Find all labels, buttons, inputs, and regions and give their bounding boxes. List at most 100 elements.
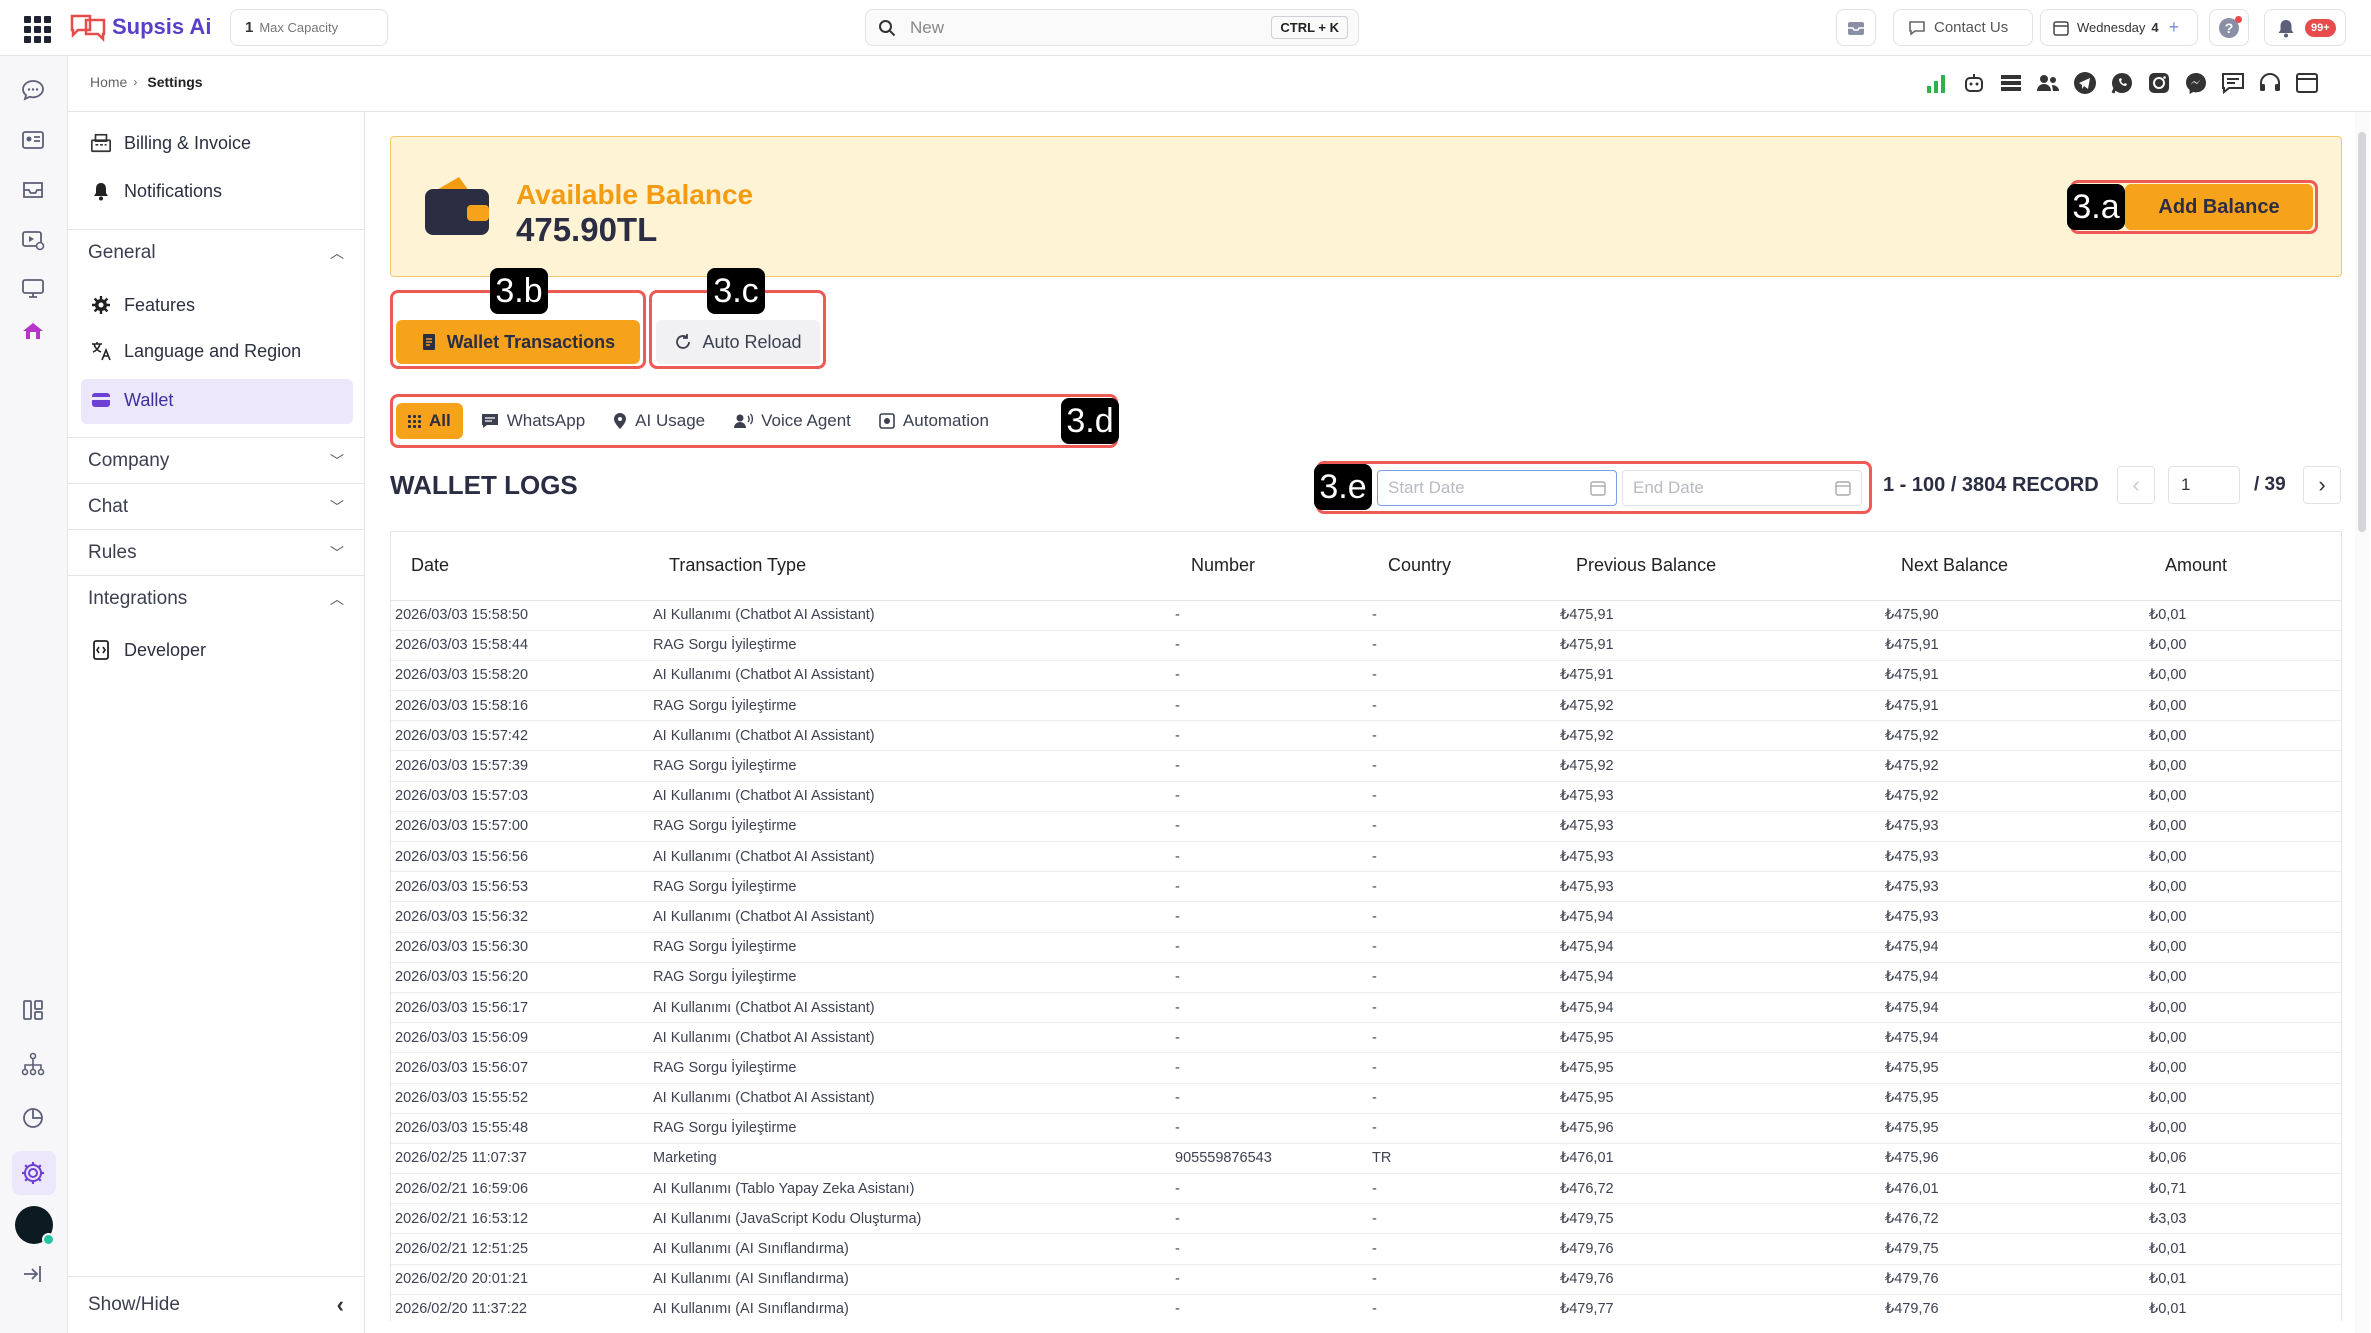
table-cell: RAG Sorgu İyileştirme <box>649 962 1171 993</box>
annotation-label-e: 3.e <box>1314 464 1372 510</box>
table-cell: - <box>1368 871 1556 903</box>
table-row: 2026/02/20 20:01:21 AI Kullanımı (AI Sını… <box>391 1264 2341 1295</box>
media-settings-icon[interactable] <box>18 225 48 255</box>
chat-bubble-icon <box>1909 20 1925 36</box>
sidebar-item-wallet[interactable]: Wallet <box>90 389 173 411</box>
list-view-icon[interactable] <box>1998 70 2024 96</box>
contact-us-button[interactable]: Contact Us <box>1893 9 2033 46</box>
conversations-icon[interactable] <box>18 75 48 105</box>
table-cell: AI Kullanımı (AI Sınıflandırma) <box>649 1264 1171 1295</box>
sidebar-item-language[interactable]: Language and Region <box>90 340 301 362</box>
filter-automation[interactable]: Automation <box>865 403 1003 439</box>
inbox-tray-icon[interactable] <box>18 175 48 205</box>
inbox-button[interactable] <box>1836 9 1876 46</box>
layout-panels-icon[interactable] <box>18 995 48 1025</box>
tab-auto-reload[interactable]: Auto Reload <box>656 320 820 364</box>
table-row: 2026/02/20 11:37:22 AI Kullanımı (AI Sını… <box>391 1294 2341 1321</box>
section-label: General <box>88 241 156 263</box>
search-input[interactable]: New <box>910 18 1271 38</box>
users-group-icon[interactable] <box>2035 70 2061 96</box>
sidebar-section-rules[interactable]: Rules ﹀ <box>68 529 364 575</box>
reports-pie-icon[interactable] <box>18 1103 48 1133</box>
sidebar-item-features[interactable]: Features <box>90 294 195 316</box>
table-cell: - <box>1171 690 1368 722</box>
table-cell: 2026/03/03 15:58:50 <box>391 600 649 631</box>
contacts-card-icon[interactable] <box>18 125 48 155</box>
calendar-selector[interactable]: Wednesday 4 + <box>2040 9 2198 46</box>
show-hide-toggle[interactable]: Show/Hide ‹ <box>68 1276 364 1333</box>
balance-title: Available Balance <box>516 179 754 210</box>
messenger-icon[interactable] <box>2183 70 2209 96</box>
filter-ai-usage[interactable]: AI Usage <box>599 403 719 439</box>
logout-icon[interactable] <box>18 1259 48 1289</box>
table-body: 2026/03/03 15:58:50 AI Kullanımı (Chatbot… <box>391 600 2341 1321</box>
breadcrumb-home[interactable]: Home <box>90 74 127 90</box>
table-cell: ₺476,72 <box>1556 1173 1881 1205</box>
notifications-button[interactable]: 99+ <box>2264 9 2346 46</box>
notification-badge: 99+ <box>2305 18 2336 37</box>
table-cell: - <box>1171 992 1368 1024</box>
signal-bars-icon[interactable] <box>1924 70 1950 96</box>
telegram-icon[interactable] <box>2072 70 2098 96</box>
table-cell: ₺0,00 <box>2145 1022 2341 1054</box>
table-cell: ₺0,00 <box>2145 750 2341 782</box>
table-cell: - <box>1368 690 1556 722</box>
table-cell: ₺0,06 <box>2145 1143 2341 1175</box>
apps-grid-icon[interactable] <box>24 16 51 43</box>
filter-whatsapp[interactable]: WhatsApp <box>467 403 599 439</box>
instagram-icon[interactable] <box>2146 70 2172 96</box>
user-avatar[interactable] <box>15 1206 55 1246</box>
home-store-icon[interactable] <box>18 316 48 346</box>
wallet-logs-title: WALLET LOGS <box>390 470 578 500</box>
whatsapp-icon[interactable] <box>2109 70 2135 96</box>
table-cell: 2026/03/03 15:56:32 <box>391 901 649 933</box>
sidebar-item-notifications[interactable]: Notifications <box>90 180 222 202</box>
prev-page-button[interactable]: ‹ <box>2117 466 2155 504</box>
sidebar-section-company[interactable]: Company ﹀ <box>68 437 364 483</box>
add-balance-button[interactable]: Add Balance <box>2125 184 2313 230</box>
filter-voice-agent[interactable]: Voice Agent <box>719 403 865 439</box>
end-date-input[interactable]: End Date <box>1622 470 1862 506</box>
plus-icon[interactable]: + <box>2169 17 2180 38</box>
page-scrollbar-thumb[interactable] <box>2358 132 2366 532</box>
tab-wallet-transactions[interactable]: Wallet Transactions <box>396 320 640 364</box>
section-label: Company <box>88 449 170 471</box>
table-cell: 2026/03/03 15:56:09 <box>391 1022 649 1054</box>
start-date-input[interactable]: Start Date <box>1377 470 1617 506</box>
table-cell: - <box>1368 1233 1556 1265</box>
browser-window-icon[interactable] <box>2294 70 2320 96</box>
next-page-button[interactable]: › <box>2303 466 2341 504</box>
sidebar-section-general[interactable]: General ︿ <box>68 229 364 275</box>
sidebar-item-billing[interactable]: Billing & Invoice <box>90 132 251 154</box>
monitor-icon[interactable] <box>18 273 48 303</box>
refresh-icon <box>676 334 691 349</box>
capacity-selector[interactable]: 1 Max Capacity <box>230 9 388 46</box>
translate-icon <box>90 340 112 362</box>
bot-icon[interactable] <box>1961 70 1987 96</box>
settings-gear-icon[interactable] <box>18 1158 48 1188</box>
table-cell: - <box>1171 1083 1368 1114</box>
sidebar-section-integrations[interactable]: Integrations ︿ <box>68 575 364 621</box>
table-cell: - <box>1368 781 1556 812</box>
column-header: Transaction Type <box>649 532 1171 601</box>
brand-logo[interactable]: Supsis Ai <box>68 12 211 42</box>
page-scrollbar-track[interactable] <box>2355 112 2369 1333</box>
table-cell: AI Kullanımı (Chatbot AI Assistant) <box>649 901 1171 933</box>
org-tree-icon[interactable] <box>18 1049 48 1079</box>
table-cell: 2026/03/03 15:56:56 <box>391 841 649 873</box>
help-button[interactable]: ? <box>2209 9 2249 46</box>
filter-all[interactable]: All <box>396 403 463 439</box>
supsis-logo-icon <box>70 14 106 42</box>
sidebar-section-chat[interactable]: Chat ﹀ <box>68 483 364 529</box>
sidebar-item-developer[interactable]: Developer <box>90 639 206 661</box>
headset-icon[interactable] <box>2257 70 2283 96</box>
table-cell: ₺475,94 <box>1556 962 1881 993</box>
page-input[interactable]: 1 <box>2168 466 2240 504</box>
column-header: Next Balance <box>1881 532 2145 601</box>
table-cell: AI Kullanımı (Chatbot AI Assistant) <box>649 781 1171 812</box>
bell-icon <box>2278 19 2294 37</box>
section-label: Integrations <box>88 587 188 609</box>
table-cell: ₺0,00 <box>2145 690 2341 722</box>
sms-chat-icon[interactable] <box>2220 70 2246 96</box>
search-bar[interactable]: New CTRL + K <box>865 9 1359 46</box>
